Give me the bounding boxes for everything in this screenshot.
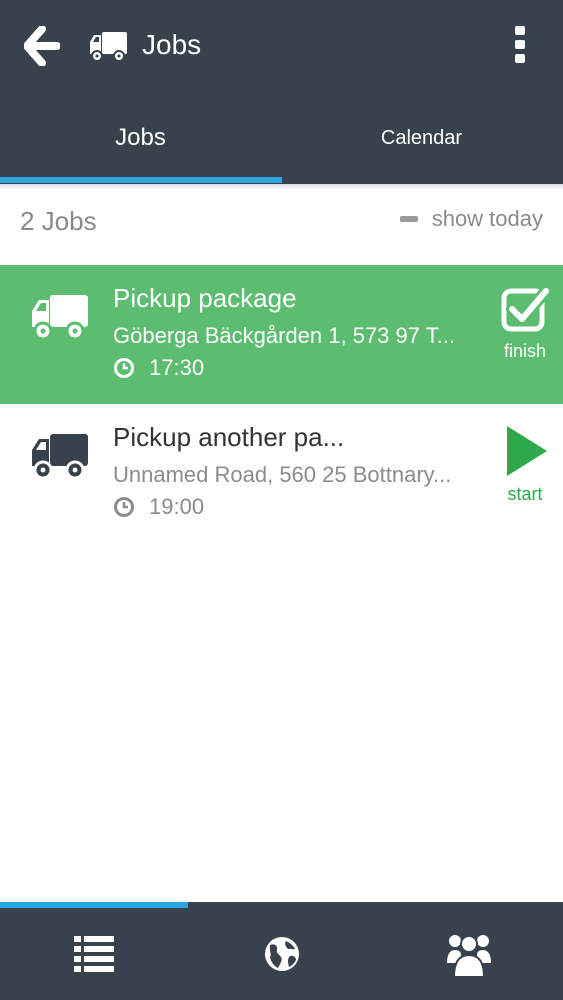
- nav-team[interactable]: [375, 908, 563, 1000]
- job-title: Pickup another pa...: [113, 422, 345, 452]
- truck-icon: [32, 295, 88, 341]
- show-today-toggle[interactable]: show today: [399, 206, 543, 232]
- more-vert-icon: [515, 26, 525, 63]
- tab-indicator: [0, 177, 282, 183]
- job-address: Göberga Bäckgården 1, 573 97 T...: [113, 323, 456, 348]
- job-address: Unnamed Road, 560 25 Bottnary...: [113, 462, 452, 487]
- truck-icon: [32, 434, 88, 480]
- app-bar: Jobs Jobs Calendar: [0, 0, 563, 184]
- toolbar: Jobs: [0, 0, 563, 92]
- page-title: Jobs: [142, 29, 202, 60]
- back-button[interactable]: [22, 24, 62, 68]
- job-time: 19:00: [149, 494, 205, 519]
- job-row[interactable]: Pickup another pa... Unnamed Road, 560 2…: [0, 404, 563, 543]
- nav-map[interactable]: [188, 908, 376, 1000]
- start-button[interactable]: start: [490, 424, 560, 534]
- clock-icon: [114, 497, 134, 517]
- tab-jobs[interactable]: Jobs: [0, 92, 281, 184]
- job-count: 2 Jobs: [20, 206, 97, 236]
- globe-icon: [265, 937, 299, 971]
- job-time: 17:30: [149, 355, 205, 380]
- clock-icon: [114, 358, 134, 378]
- start-label: start: [507, 484, 543, 504]
- play-icon: [507, 426, 547, 476]
- list-header: 2 Jobs show today: [0, 190, 563, 262]
- users-icon: [447, 935, 491, 977]
- job-row[interactable]: Pickup package Göberga Bäckgården 1, 573…: [0, 265, 563, 404]
- tab-bar: Jobs Calendar: [0, 92, 563, 184]
- show-today-label: show today: [431, 206, 543, 231]
- job-time-row: 17:30: [113, 355, 204, 381]
- list-icon: [74, 936, 114, 972]
- nav-jobs-list[interactable]: [0, 908, 188, 1000]
- job-title: Pickup package: [113, 283, 297, 313]
- truck-icon: [90, 32, 127, 62]
- tab-calendar[interactable]: Calendar: [281, 92, 562, 184]
- minus-icon: [399, 216, 418, 222]
- overflow-menu-button[interactable]: [508, 22, 532, 68]
- finish-button[interactable]: finish: [490, 285, 560, 395]
- finish-label: finish: [503, 341, 547, 361]
- check-square-icon: [501, 285, 550, 332]
- job-time-row: 19:00: [113, 494, 204, 520]
- arrow-left-icon: [24, 26, 60, 66]
- bottom-nav: [0, 902, 563, 1000]
